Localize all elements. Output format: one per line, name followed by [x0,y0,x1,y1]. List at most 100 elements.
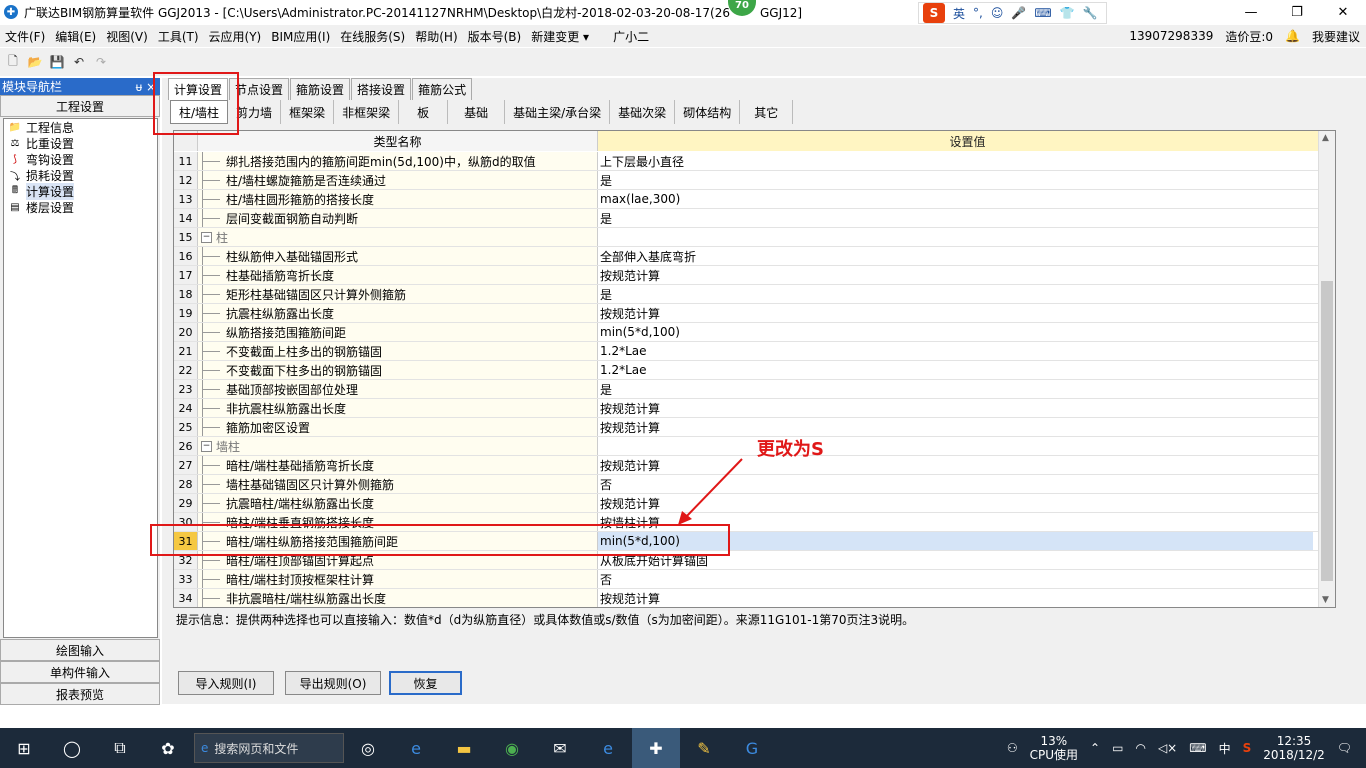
app-swirl-icon[interactable]: ◎ [344,728,392,768]
wrench-icon[interactable]: 🔧 [1083,6,1098,20]
scroll-down-icon[interactable]: ▼ [1322,595,1329,605]
table-row[interactable]: 20 纵筋搭接范围箍筋间距 min(5*d,100) [174,323,1335,342]
explorer-icon[interactable]: ▬ [440,728,488,768]
subtab-foundation[interactable]: 基础 [448,100,506,124]
table-row[interactable]: 24 非抗震柱纵筋露出长度 按规范计算 [174,399,1335,418]
row-value-cell[interactable] [598,228,1313,246]
table-row[interactable]: 33 暗柱/端柱封顶按框架柱计算 否 [174,570,1335,589]
menu-assistant[interactable]: 广小二 [608,28,654,45]
browser-360-icon[interactable]: ◉ [488,728,536,768]
row-value-cell[interactable]: 是 [598,171,1313,189]
pinwheel-icon[interactable]: ✿ [144,728,192,768]
table-row[interactable]: 13 柱/墙柱圆形箍筋的搭接长度 max(lae,300) [174,190,1335,209]
menu-tools[interactable]: 工具(T) [153,28,204,45]
coin-balance[interactable]: 造价豆:0 [1225,28,1273,45]
nav-item-weight[interactable]: ⚖ 比重设置 [4,135,157,151]
volume-icon[interactable]: ◁× [1158,741,1177,755]
table-row[interactable]: 12 柱/墙柱螺旋箍筋是否连续通过 是 [174,171,1335,190]
taskbar-search[interactable]: e 搜索网页和文件 [194,733,344,763]
sogou-icon[interactable]: S [923,3,945,23]
row-value-cell[interactable]: 按规范计算 [598,589,1313,607]
table-row[interactable]: 29 抗震暗柱/端柱纵筋露出长度 按规范计算 [174,494,1335,513]
menu-version[interactable]: 版本号(B) [463,28,527,45]
collapse-icon[interactable]: − [201,231,212,243]
row-value-cell[interactable]: 按规范计算 [598,418,1313,436]
export-rules-button[interactable]: 导出规则(O) [285,671,381,695]
subtab-foundation-main-beam[interactable]: 基础主梁/承台梁 [505,100,611,124]
people-icon[interactable]: ⚇ [1007,741,1018,755]
tab-stirrup-settings[interactable]: 箍筋设置 [290,78,351,100]
table-row[interactable]: 18 矩形柱基础锚固区只计算外侧箍筋 是 [174,285,1335,304]
row-value-cell[interactable]: 按规范计算 [598,304,1313,322]
grid-scrollbar[interactable]: ▲ ▼ [1318,131,1335,607]
collapse-icon[interactable]: − [201,440,212,452]
row-value-cell[interactable]: 1.2*Lae [598,361,1313,379]
table-row[interactable]: 34 非抗震暗柱/端柱纵筋露出长度 按规范计算 [174,589,1335,607]
scroll-up-icon[interactable]: ▲ [1322,133,1329,143]
table-row[interactable]: 19 抗震柱纵筋露出长度 按规范计算 [174,304,1335,323]
subtab-frame-beam[interactable]: 框架梁 [281,100,335,124]
menu-bim[interactable]: BIM应用(I) [266,28,335,45]
notification-icon[interactable]: 🗨 [1337,741,1352,755]
bell-icon[interactable]: 🔔 [1285,29,1300,43]
mic-icon[interactable]: 🎤 [1011,6,1026,20]
cpu-meter[interactable]: 13% CPU使用 [1030,734,1078,762]
nav-section-project-settings[interactable]: 工程设置 [0,95,160,117]
suggest-link[interactable]: 我要建议 [1312,28,1360,45]
row-value-cell[interactable]: 按规范计算 [598,399,1313,417]
import-rules-button[interactable]: 导入规则(I) [178,671,274,695]
start-icon[interactable]: ⊞ [0,728,48,768]
ie-icon[interactable]: e [392,728,440,768]
row-value-cell[interactable]: 是 [598,380,1313,398]
menu-cloud[interactable]: 云应用(Y) [204,28,267,45]
table-row[interactable]: 21 不变截面上柱多出的钢筋锚固 1.2*Lae [174,342,1335,361]
scroll-thumb[interactable] [1321,281,1333,581]
sogou-tray-icon[interactable]: S [1243,741,1252,755]
emoji-icon[interactable]: ☺ [991,6,1004,20]
close-button[interactable]: ✕ [1320,0,1366,24]
menu-help[interactable]: 帮助(H) [410,28,462,45]
nav-item-loss[interactable]: ⤵ 损耗设置 [4,167,157,183]
nav-item-hook[interactable]: ⟆ 弯钩设置 [4,151,157,167]
edge-icon[interactable]: e [584,728,632,768]
ime-lang[interactable]: 英 [953,5,965,22]
menu-new-change[interactable]: 新建变更 ▾ [526,28,594,45]
row-value-cell[interactable]: 全部伸入基底弯折 [598,247,1313,265]
undo-icon[interactable]: ↶ [70,53,88,71]
table-row[interactable]: 15− 柱 [174,228,1335,247]
subtab-masonry[interactable]: 砌体结构 [675,100,741,124]
keyboard-icon[interactable]: ⌨ [1034,6,1051,20]
menu-edit[interactable]: 编辑(E) [50,28,101,45]
new-file-icon[interactable]: 🗋 [4,53,22,71]
row-value-cell[interactable]: 否 [598,570,1313,588]
subtab-nonframe-beam[interactable]: 非框架梁 [334,100,400,124]
tab-lap-settings[interactable]: 搭接设置 [351,78,412,100]
nav-item-floor[interactable]: ▤ 楼层设置 [4,199,157,215]
battery-icon[interactable]: ▭ [1112,741,1123,755]
table-row[interactable]: 17 柱基础插筋弯折长度 按规范计算 [174,266,1335,285]
nav-drawing-input[interactable]: 绘图输入 [0,639,160,661]
ggj-app-icon[interactable]: ✚ [632,728,680,768]
table-row[interactable]: 25 箍筋加密区设置 按规范计算 [174,418,1335,437]
table-row[interactable]: 28 墙柱基础锚固区只计算外侧箍筋否 [174,475,1335,494]
tab-stirrup-formula[interactable]: 箍筋公式 [412,78,473,100]
menu-online[interactable]: 在线服务(S) [335,28,410,45]
minimize-button[interactable]: — [1228,0,1274,24]
row-value-cell[interactable]: min(5*d,100) [598,323,1313,341]
glodon-icon[interactable]: G [728,728,776,768]
table-row[interactable]: 16 柱纵筋伸入基础锚固形式 全部伸入基底弯折 [174,247,1335,266]
keyboard-tray-icon[interactable]: ⌨ [1189,741,1206,755]
table-row[interactable]: 22 不变截面下柱多出的钢筋锚固 1.2*Lae [174,361,1335,380]
row-value-cell[interactable]: 上下层最小直径 [598,152,1313,170]
subtab-foundation-sec-beam[interactable]: 基础次梁 [610,100,676,124]
user-phone[interactable]: 13907298339 [1129,29,1213,43]
menu-view[interactable]: 视图(V) [101,28,153,45]
row-value-cell[interactable]: 是 [598,209,1313,227]
table-row[interactable]: 27 暗柱/端柱基础插筋弯折长度 按规范计算 [174,456,1335,475]
mail-icon[interactable]: ✉ [536,728,584,768]
nav-item-project-info[interactable]: 📁 工程信息 [4,119,157,135]
ime-toolbar[interactable]: S 英 °, ☺ 🎤 ⌨ 👕 🔧 [918,2,1107,24]
open-folder-icon[interactable]: 📂 [26,53,44,71]
row-value-cell[interactable]: 是 [598,285,1313,303]
wifi-icon[interactable]: ◠ [1135,741,1145,755]
